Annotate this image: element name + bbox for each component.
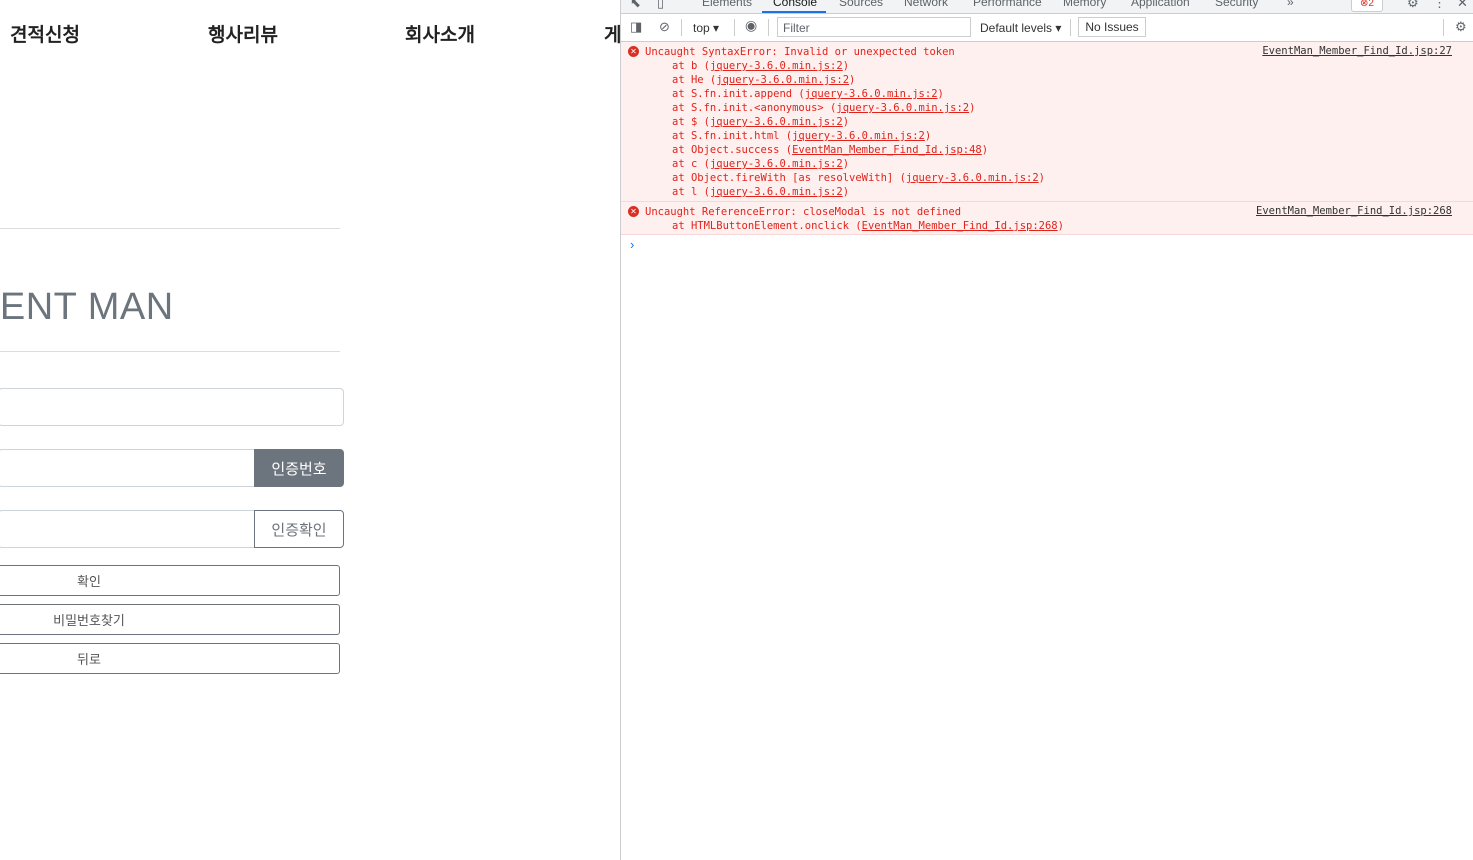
stack-frame: at Object.fireWith [as resolveWith] (jqu… (672, 172, 1045, 184)
auth-code-field[interactable] (0, 510, 256, 548)
stack-frame: at l (jquery-3.6.0.min.js:2) (672, 186, 850, 198)
error-icon: ✕ (628, 46, 639, 57)
log-levels-dropdown[interactable]: Default levels ▾ (980, 21, 1061, 35)
auth-code-input[interactable] (0, 511, 255, 547)
error-badge-icon: ⊗ (1360, 0, 1369, 9)
nav-board[interactable]: 게 (604, 20, 620, 47)
name-field[interactable] (0, 388, 344, 426)
name-input[interactable] (0, 389, 343, 425)
stack-frame-link[interactable]: jquery-3.6.0.min.js:2 (710, 60, 843, 72)
stack-frame: at b (jquery-3.6.0.min.js:2) (672, 60, 850, 72)
web-page: 견적신청 행사리뷰 회사소개 게 VENT MAN 인증번호 인증확인 확인 비… (0, 0, 620, 860)
phone-field[interactable] (0, 449, 256, 487)
phone-input[interactable] (0, 450, 255, 486)
stack-frame: at He (jquery-3.6.0.min.js:2) (672, 74, 856, 86)
inspect-icon[interactable]: ⬉ (630, 0, 641, 9)
eye-icon[interactable]: ◉ (745, 18, 757, 32)
stack-frame: at $ (jquery-3.6.0.min.js:2) (672, 116, 850, 128)
error-source-link[interactable]: EventMan_Member_Find_Id.jsp:27 (1262, 45, 1452, 57)
stack-frame-link[interactable]: jquery-3.6.0.min.js:2 (716, 74, 849, 86)
console-toolbar: ◨ ⊘ top ▾ ◉ Filter Default levels ▾ No I… (621, 14, 1473, 42)
device-toolbar-icon[interactable]: ▯ (657, 0, 664, 9)
error-icon: ✕ (628, 206, 639, 217)
nav-event-review[interactable]: 행사리뷰 (208, 20, 278, 47)
tab-console[interactable]: Console (773, 0, 817, 9)
clear-console-icon[interactable]: ⊘ (659, 20, 670, 33)
console-settings-gear-icon[interactable]: ⚙ (1455, 20, 1467, 33)
sidebar-toggle-icon[interactable]: ◨ (630, 20, 642, 33)
kebab-menu-icon[interactable]: ⋮ (1433, 0, 1446, 9)
tab-performance[interactable]: Performance (973, 0, 1042, 9)
nav-quote-request[interactable]: 견적신청 (10, 20, 80, 47)
stack-frame-link[interactable]: jquery-3.6.0.min.js:2 (710, 186, 843, 198)
stack-frame: at S.fn.init.html (jquery-3.6.0.min.js:2… (672, 130, 932, 142)
console-error-message: ✕ Uncaught SyntaxError: Invalid or unexp… (621, 42, 1473, 202)
confirm-button[interactable]: 확인 (0, 565, 340, 596)
devtools-panel: ⬉ ▯ Elements Console Sources Network Per… (620, 0, 1473, 860)
stack-frame-link[interactable]: jquery-3.6.0.min.js:2 (710, 116, 843, 128)
tab-application[interactable]: Application (1131, 0, 1190, 9)
verify-auth-code-button[interactable]: 인증확인 (254, 510, 344, 548)
tab-sources[interactable]: Sources (839, 0, 883, 9)
stack-frame-link[interactable]: jquery-3.6.0.min.js:2 (792, 130, 925, 142)
stack-frame-link[interactable]: jquery-3.6.0.min.js:2 (836, 102, 969, 114)
find-password-button[interactable]: 비밀번호찾기 (0, 604, 340, 635)
context-selector[interactable]: top ▾ (693, 21, 719, 35)
active-tab-indicator (762, 11, 826, 13)
error-source-link[interactable]: EventMan_Member_Find_Id.jsp:268 (1256, 205, 1452, 217)
error-count-badge[interactable]: ⊗ 2 (1351, 0, 1383, 12)
tab-security[interactable]: Security (1215, 0, 1258, 9)
divider-top (0, 228, 340, 229)
stack-frame: at S.fn.init.<anonymous> (jquery-3.6.0.m… (672, 102, 976, 114)
nav-company-intro[interactable]: 회사소개 (405, 20, 475, 47)
stack-frame: at c (jquery-3.6.0.min.js:2) (672, 158, 850, 170)
tab-elements[interactable]: Elements (702, 0, 752, 9)
stack-frame-link[interactable]: EventMan_Member_Find_Id.jsp:48 (792, 144, 982, 156)
stack-frame: at HTMLButtonElement.onclick (EventMan_M… (672, 220, 1064, 232)
divider-bottom (0, 351, 340, 352)
stack-frame: at S.fn.init.append (jquery-3.6.0.min.js… (672, 88, 944, 100)
brand-title: VENT MAN (0, 286, 174, 328)
send-auth-code-button[interactable]: 인증번호 (254, 449, 344, 487)
devtools-tabbar: ⬉ ▯ Elements Console Sources Network Per… (621, 0, 1473, 14)
close-devtools-icon[interactable]: ✕ (1457, 0, 1468, 9)
issues-button[interactable]: No Issues (1078, 17, 1146, 37)
error-text: Uncaught ReferenceError: closeModal is n… (645, 206, 962, 218)
more-tabs-icon[interactable]: » (1287, 0, 1294, 9)
console-error-message: ✕ Uncaught ReferenceError: closeModal is… (621, 202, 1473, 235)
stack-frame-link[interactable]: jquery-3.6.0.min.js:2 (710, 158, 843, 170)
stack-frame: at Object.success (EventMan_Member_Find_… (672, 144, 989, 156)
stack-frame-link[interactable]: EventMan_Member_Find_Id.jsp:268 (862, 220, 1058, 232)
settings-gear-icon[interactable]: ⚙ (1407, 0, 1419, 9)
filter-input[interactable]: Filter (777, 17, 971, 37)
tab-network[interactable]: Network (904, 0, 948, 9)
console-prompt-icon[interactable]: › (630, 237, 634, 252)
error-text: Uncaught SyntaxError: Invalid or unexpec… (645, 46, 955, 58)
tab-memory[interactable]: Memory (1063, 0, 1106, 9)
stack-frame-link[interactable]: jquery-3.6.0.min.js:2 (805, 88, 938, 100)
back-button[interactable]: 뒤로 (0, 643, 340, 674)
stack-frame-link[interactable]: jquery-3.6.0.min.js:2 (906, 172, 1039, 184)
